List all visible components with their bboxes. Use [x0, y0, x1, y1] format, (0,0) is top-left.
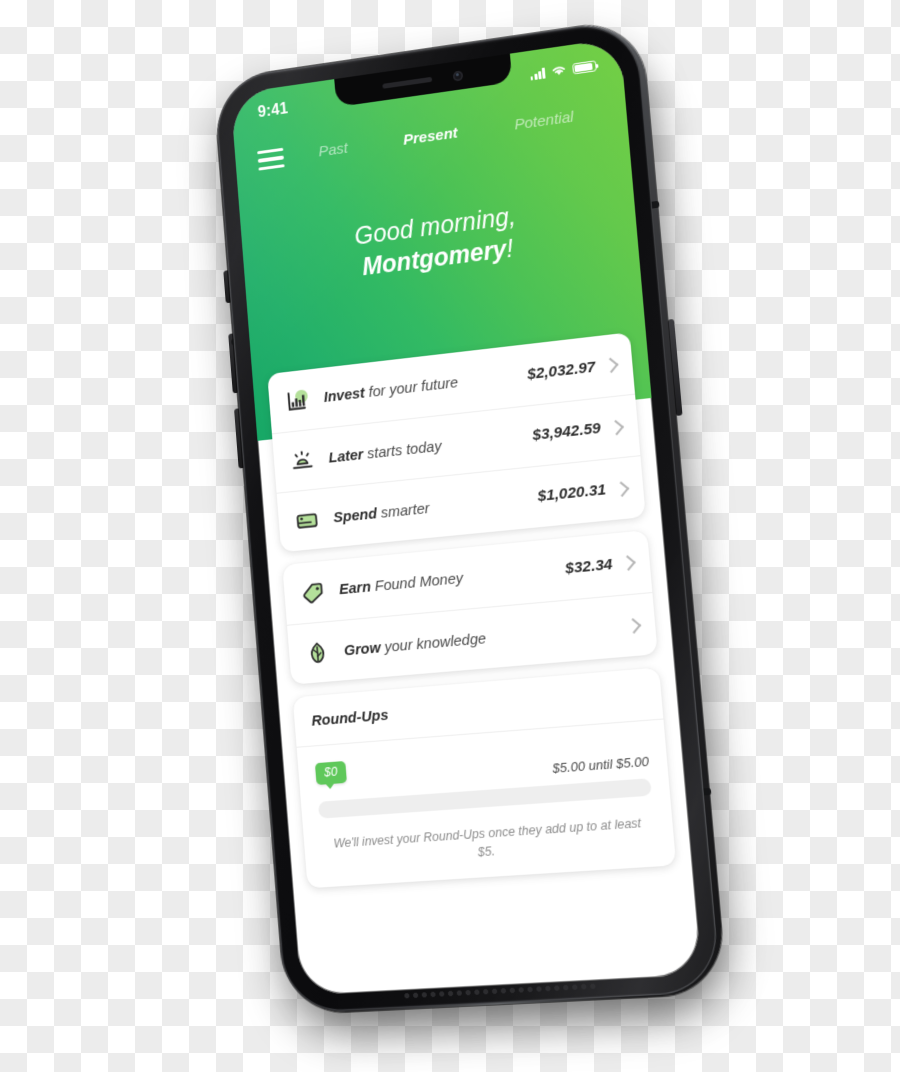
cellular-signal-icon: [530, 67, 546, 81]
row-amount-earn: $32.34: [564, 555, 614, 577]
chevron-right-icon[interactable]: [625, 617, 642, 634]
row-label-invest: Invest for your future: [323, 366, 528, 406]
row-label-bold: Grow: [343, 638, 382, 659]
round-ups-body: $0 $5.00 until $5.00 We'll invest your R…: [297, 720, 677, 889]
row-label-grow: Grow your knowledge: [343, 618, 618, 659]
status-icons: [530, 59, 597, 81]
status-time: 9:41: [257, 100, 289, 122]
row-label-bold: Later: [327, 445, 364, 467]
round-ups-card: Round-Ups $0 $5.00 until $5.00 We'll inv…: [292, 667, 677, 889]
tab-potential[interactable]: Potential: [514, 109, 575, 135]
row-label-rest: your knowledge: [379, 629, 487, 656]
round-ups-note: We'll invest your Round-Ups once they ad…: [333, 815, 642, 860]
hamburger-menu-icon[interactable]: [257, 147, 285, 171]
leaf-icon: [302, 640, 332, 666]
price-tag-icon: [298, 579, 328, 605]
round-ups-goal-text: $5.00 until $5.00: [551, 753, 650, 776]
speaker-grille: [402, 983, 596, 999]
mockup-stage: 9:41 Past Present Potential Good morning…: [0, 0, 900, 1072]
tab-past[interactable]: Past: [318, 140, 349, 161]
row-label-bold: Earn: [338, 578, 372, 599]
row-label-rest: for your future: [364, 374, 459, 402]
row-label-rest: Found Money: [370, 569, 464, 596]
row-label-spend: Spend smarter: [332, 489, 539, 526]
credit-card-icon: [292, 507, 322, 533]
phone-mockup: 9:41 Past Present Potential Good morning…: [213, 17, 733, 1021]
row-label-earn: Earn Found Money: [338, 560, 566, 598]
phone-screen: 9:41 Past Present Potential Good morning…: [230, 37, 703, 996]
row-label-later: Later starts today: [327, 428, 533, 467]
phone-body: 9:41 Past Present Potential Good morning…: [213, 18, 722, 1014]
bar-chart-icon: [283, 387, 313, 414]
secondary-card: Earn Found Money $32.34 Grow your knowle…: [282, 530, 658, 685]
row-amount-later: $3,942.59: [531, 419, 602, 445]
chevron-right-icon[interactable]: [613, 480, 630, 497]
row-label-rest: starts today: [362, 437, 443, 463]
wifi-icon: [550, 63, 567, 77]
chevron-right-icon[interactable]: [603, 357, 619, 374]
battery-full-icon: [572, 59, 597, 75]
sunrise-icon: [287, 447, 317, 473]
chevron-right-icon[interactable]: [620, 555, 636, 571]
greeting-punctuation: !: [505, 234, 515, 264]
round-ups-progress-fill: [317, 801, 320, 819]
chevron-right-icon[interactable]: [608, 419, 624, 435]
row-label-bold: Invest: [323, 384, 366, 406]
screen-content: Invest for your future $2,032.97 Later s…: [252, 330, 702, 995]
tab-present[interactable]: Present: [403, 125, 459, 150]
row-label-rest: smarter: [376, 499, 431, 522]
row-label-bold: Spend: [332, 504, 378, 526]
row-amount-spend: $1,020.31: [536, 481, 607, 506]
round-ups-amount-badge: $0: [314, 760, 347, 785]
row-amount-invest: $2,032.97: [526, 358, 597, 383]
round-ups-top-row: $0 $5.00 until $5.00: [314, 738, 650, 793]
